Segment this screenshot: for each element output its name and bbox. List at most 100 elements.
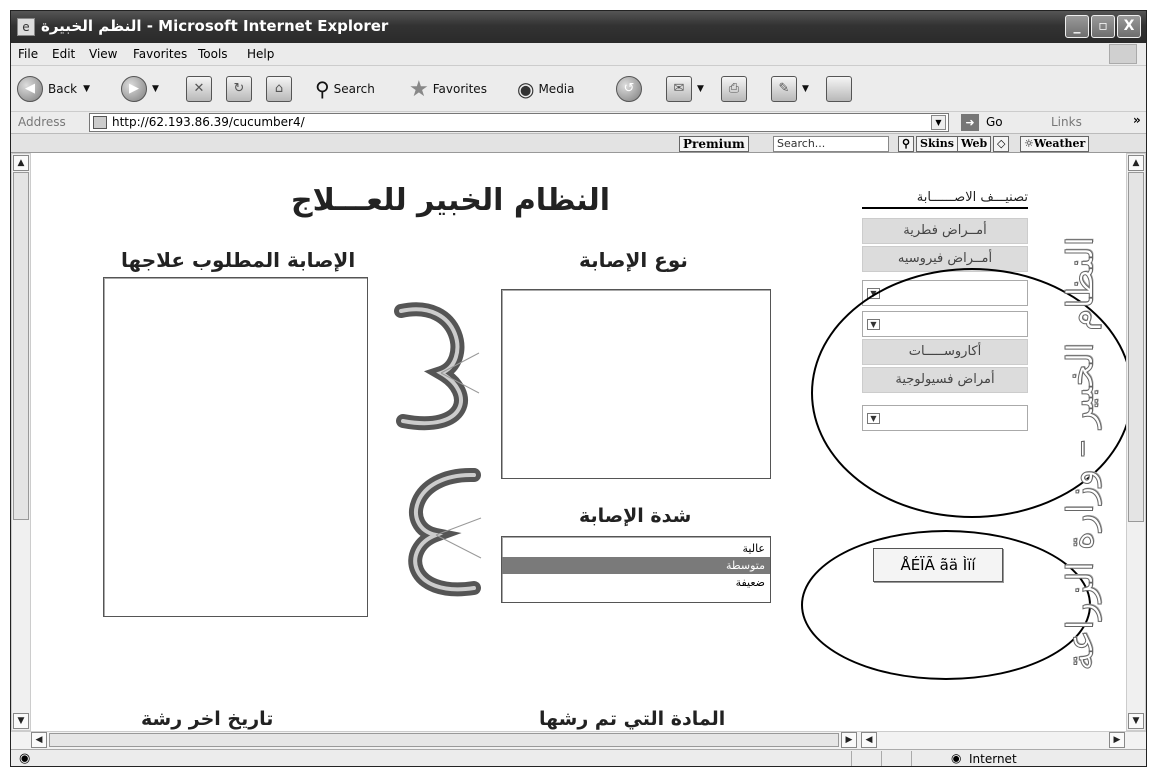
severity-option-medium[interactable]: متوسطة bbox=[502, 557, 770, 574]
stop-button[interactable]: ✕ bbox=[186, 74, 217, 104]
edit-dropdown-icon[interactable]: ▼ bbox=[802, 84, 809, 94]
standard-toolbar: ◀ Back ▼ ▶ ▼ ✕ ↻ ⌂ ⚲ Search ★ Favorites … bbox=[11, 65, 1146, 111]
search-icon: ⚲ bbox=[315, 77, 330, 101]
sprayed-material-heading: المادة التي تم رشها bbox=[539, 708, 726, 730]
scroll-thumb[interactable] bbox=[1128, 172, 1144, 522]
back-dropdown-icon[interactable]: ▼ bbox=[83, 84, 90, 94]
status-bar: ◉ ◉ Internet bbox=[11, 749, 1146, 766]
status-divider bbox=[881, 751, 882, 766]
swirl-arrow-left-icon bbox=[408, 467, 482, 597]
zone-label: Internet bbox=[969, 752, 1017, 766]
menu-favorites[interactable]: Favorites bbox=[133, 47, 187, 61]
diamond-icon[interactable]: ◇ bbox=[993, 136, 1010, 152]
forward-button[interactable]: ▶ ▼ bbox=[121, 74, 159, 104]
maximize-button[interactable]: ▫ bbox=[1091, 15, 1115, 38]
windows-logo-icon bbox=[1109, 44, 1137, 64]
title-bar: e النظم الخبيرة - Microsoft Internet Exp… bbox=[11, 11, 1146, 43]
history-button[interactable]: ↺ bbox=[616, 74, 647, 104]
refresh-icon: ↻ bbox=[226, 76, 252, 102]
media-icon: ◉ bbox=[517, 77, 535, 101]
window-title: النظم الخبيرة - Microsoft Internet Explo… bbox=[41, 17, 389, 35]
history-icon: ↺ bbox=[616, 76, 642, 102]
menu-tools[interactable]: Tools bbox=[198, 47, 228, 61]
scroll-up-icon[interactable]: ▲ bbox=[1128, 155, 1144, 171]
horizontal-scroll-thumb[interactable] bbox=[49, 733, 839, 747]
menu-edit[interactable]: Edit bbox=[52, 47, 75, 61]
minimize-button[interactable]: _ bbox=[1065, 15, 1089, 38]
severity-option-low[interactable]: ضعيفة bbox=[502, 574, 770, 591]
search-button[interactable]: ⚲ Search bbox=[315, 74, 375, 104]
edit-button[interactable]: ✎ ▼ bbox=[771, 74, 809, 104]
weather-button[interactable]: ☼Weather bbox=[1020, 136, 1090, 152]
print-button[interactable]: ⎙ bbox=[721, 74, 752, 104]
category-title: تصنيـــف الاصــــــابة bbox=[862, 190, 1028, 209]
print-icon: ⎙ bbox=[721, 76, 747, 102]
address-input[interactable]: http://62.193.86.39/cucumber4/ ▼ bbox=[89, 113, 949, 132]
category-viral[interactable]: أمــراض فيروسيه bbox=[862, 246, 1028, 272]
treatment-listbox[interactable] bbox=[103, 277, 368, 617]
refresh-button[interactable]: ↻ bbox=[226, 74, 257, 104]
scroll-left-icon[interactable]: ◀ bbox=[31, 732, 47, 748]
links-label[interactable]: Links bbox=[1051, 115, 1082, 129]
status-divider bbox=[911, 751, 912, 766]
horizontal-scrollbar[interactable]: ◀ ▶ ◀ ▶ bbox=[11, 731, 1146, 749]
left-frame-scrollbar[interactable]: ▲ ▼ bbox=[11, 153, 31, 731]
edit-icon: ✎ bbox=[771, 76, 797, 102]
back-arrow-icon: ◀ bbox=[17, 76, 43, 102]
star-icon: ★ bbox=[409, 76, 429, 102]
address-bar: Address http://62.193.86.39/cucumber4/ ▼… bbox=[11, 111, 1146, 133]
scroll-up-icon[interactable]: ▲ bbox=[13, 155, 29, 171]
premium-button[interactable]: Premium bbox=[679, 136, 749, 152]
scroll-down-icon[interactable]: ▼ bbox=[13, 713, 29, 729]
menu-help[interactable]: Help bbox=[247, 47, 274, 61]
go-arrow-icon[interactable]: ➜ bbox=[961, 114, 979, 131]
type-heading: نوع الإصابة bbox=[579, 248, 688, 272]
home-icon: ⌂ bbox=[266, 76, 292, 102]
web-button[interactable]: Web bbox=[957, 136, 992, 152]
skins-button[interactable]: Skins bbox=[916, 136, 958, 152]
menu-view[interactable]: View bbox=[89, 47, 117, 61]
address-url: http://62.193.86.39/cucumber4/ bbox=[112, 115, 305, 129]
scroll-left-icon[interactable]: ◀ bbox=[861, 732, 877, 748]
toolbar-search-input[interactable]: Search... bbox=[773, 136, 889, 152]
scroll-right-icon[interactable]: ▶ bbox=[1109, 732, 1125, 748]
page-icon bbox=[93, 116, 107, 129]
search-label: Search bbox=[333, 82, 375, 96]
weather-label: Weather bbox=[1033, 137, 1086, 150]
go-button[interactable]: Go bbox=[986, 115, 1003, 129]
address-dropdown-icon[interactable]: ▼ bbox=[931, 115, 946, 130]
page-title: النظام الخبير للعـــلاج bbox=[291, 183, 611, 218]
home-button[interactable]: ⌂ bbox=[266, 74, 297, 104]
favorites-button[interactable]: ★ Favorites bbox=[409, 74, 487, 104]
back-label: Back bbox=[48, 82, 78, 96]
severity-option-high[interactable]: عالية bbox=[502, 540, 770, 557]
last-spray-date-heading: تاريخ اخر رشة bbox=[141, 708, 274, 730]
discuss-button[interactable] bbox=[826, 74, 857, 104]
media-button[interactable]: ◉ Media bbox=[517, 74, 575, 104]
menu-bar: File Edit View Favorites Tools Help bbox=[11, 43, 1146, 65]
address-label: Address bbox=[18, 115, 66, 129]
scroll-right-icon[interactable]: ▶ bbox=[841, 732, 857, 748]
status-divider bbox=[851, 751, 852, 766]
swirl-arrow-right-icon bbox=[394, 302, 480, 431]
ie-icon: e bbox=[17, 18, 35, 36]
forward-arrow-icon: ▶ bbox=[121, 76, 147, 102]
extra-toolbar: Premium Search... ⚲ Skins Web ◇ ☼Weather bbox=[11, 133, 1146, 153]
browser-window: e النظم الخبيرة - Microsoft Internet Exp… bbox=[10, 10, 1147, 767]
close-button[interactable]: X bbox=[1117, 15, 1141, 38]
sun-icon: ☼ bbox=[1024, 137, 1034, 150]
page-status-icon: ◉ bbox=[19, 751, 31, 766]
menu-file[interactable]: File bbox=[18, 47, 38, 61]
mail-dropdown-icon[interactable]: ▼ bbox=[697, 84, 704, 94]
links-chevron-icon[interactable]: » bbox=[1133, 113, 1141, 127]
back-button[interactable]: ◀ Back ▼ bbox=[17, 74, 90, 104]
toolbar-search-button[interactable]: ⚲ bbox=[898, 136, 915, 152]
forward-dropdown-icon[interactable]: ▼ bbox=[152, 84, 159, 94]
type-listbox[interactable] bbox=[501, 289, 771, 479]
severity-listbox[interactable]: عالية متوسطة ضعيفة bbox=[501, 536, 771, 603]
scroll-thumb[interactable] bbox=[13, 172, 29, 520]
category-fungal[interactable]: أمــراض فطرية bbox=[862, 218, 1028, 244]
mail-button[interactable]: ✉ ▼ bbox=[666, 74, 704, 104]
scroll-down-icon[interactable]: ▼ bbox=[1128, 713, 1144, 729]
right-scrollbar[interactable]: ▲ ▼ bbox=[1126, 153, 1146, 731]
